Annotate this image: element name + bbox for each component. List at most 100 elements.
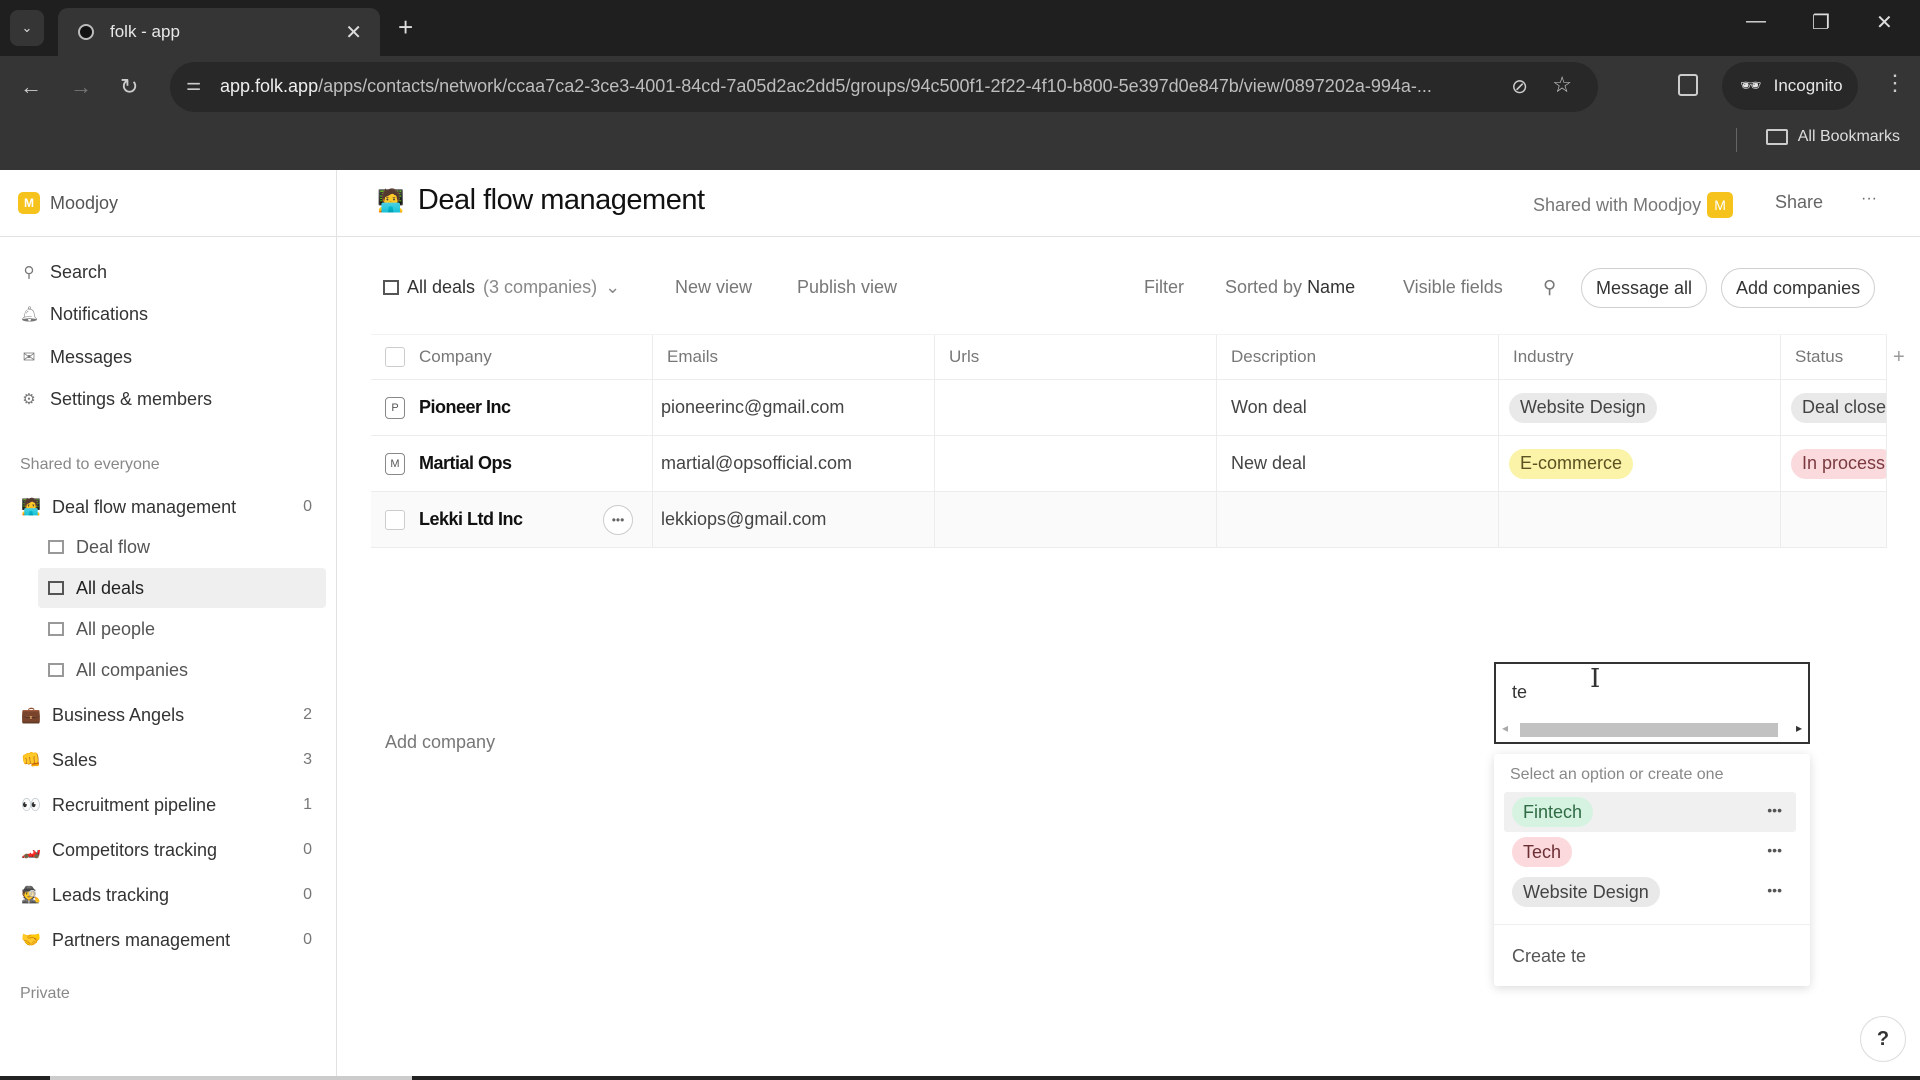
company-cell[interactable]: Lekki Ltd Inc •••: [371, 492, 653, 547]
page-title: 🧑‍💻 Deal flow management: [377, 184, 705, 217]
new-tab-button[interactable]: +: [398, 12, 413, 43]
table-row[interactable]: Lekki Ltd Inc ••• lekkiops@gmail.com: [371, 492, 1887, 548]
help-button[interactable]: ?: [1860, 1016, 1906, 1062]
forward-icon[interactable]: →: [70, 74, 92, 100]
browser-tab[interactable]: folk - app ✕: [58, 8, 380, 56]
status-cell[interactable]: In process: [1781, 436, 1887, 491]
group-competitors-tracking[interactable]: 🏎️ Competitors tracking 0: [20, 833, 320, 867]
option-tech[interactable]: Tech •••: [1504, 832, 1796, 872]
company-cell[interactable]: P Pioneer Inc: [371, 380, 653, 435]
email-cell[interactable]: martial@opsofficial.com: [653, 436, 935, 491]
horizontal-scrollbar[interactable]: ◂ ▸: [1498, 720, 1806, 740]
scroll-left-icon[interactable]: ◂: [1502, 721, 1508, 735]
visible-fields-button[interactable]: Visible fields: [1403, 277, 1503, 298]
reload-icon[interactable]: ↻: [120, 74, 138, 100]
share-button[interactable]: Share: [1775, 192, 1823, 213]
option-more-icon[interactable]: •••: [1767, 882, 1782, 898]
tab-search-button[interactable]: ⌄: [10, 10, 44, 46]
browser-chrome: ⌄ folk - app ✕ + — ❐ ✕ ← → ↻ ⚌ app.folk.…: [0, 0, 1920, 170]
private-section-label: Private: [20, 985, 70, 1002]
description-cell[interactable]: [1217, 492, 1499, 547]
description-cell[interactable]: New deal: [1217, 436, 1499, 491]
close-window-button[interactable]: ✕: [1876, 10, 1893, 35]
column-header-description[interactable]: Description: [1217, 335, 1499, 379]
view-deal-flow[interactable]: Deal flow: [38, 527, 326, 567]
column-header-urls[interactable]: Urls: [935, 335, 1217, 379]
sidebar-item-notifications[interactable]: 🔔︎ Notifications: [20, 299, 148, 329]
industry-cell[interactable]: Website Design: [1499, 380, 1781, 435]
sort-button[interactable]: Sorted by Name: [1225, 277, 1355, 298]
workspace-switcher[interactable]: M Moodjoy: [0, 170, 336, 237]
view-selector[interactable]: All deals (3 companies) ⌄: [383, 277, 620, 298]
close-tab-icon[interactable]: ✕: [345, 20, 362, 45]
email-cell[interactable]: lekkiops@gmail.com: [653, 492, 935, 547]
group-partners-management[interactable]: 🤝 Partners management 0: [20, 923, 320, 957]
add-company-button[interactable]: Add company: [385, 732, 495, 753]
industry-cell[interactable]: E-commerce: [1499, 436, 1781, 491]
email-cell[interactable]: pioneerinc@gmail.com: [653, 380, 935, 435]
company-cell[interactable]: M Martial Ops: [371, 436, 653, 491]
table-row[interactable]: P Pioneer Inc pioneerinc@gmail.com Won d…: [371, 380, 1887, 436]
select-all-checkbox[interactable]: [385, 347, 405, 367]
scrollbar-thumb[interactable]: [1520, 723, 1778, 737]
tab-strip: ⌄ folk - app ✕ + — ❐ ✕: [0, 0, 1920, 56]
message-all-button[interactable]: Message all: [1581, 268, 1708, 308]
view-all-deals[interactable]: All deals: [38, 568, 326, 608]
group-business-angels[interactable]: 💼 Business Angels 2: [20, 698, 320, 732]
group-count: 0: [303, 498, 312, 515]
industry-tag: Website Design: [1509, 392, 1657, 423]
create-option-button[interactable]: Create te: [1512, 946, 1586, 967]
scroll-right-icon[interactable]: ▸: [1796, 721, 1802, 735]
browser-menu-icon[interactable]: ⋮: [1884, 70, 1906, 96]
group-sales[interactable]: 👊 Sales 3: [20, 743, 320, 777]
column-header-emails[interactable]: Emails: [653, 335, 935, 379]
publish-view-button[interactable]: Publish view: [797, 277, 897, 298]
sidebar-item-settings[interactable]: ⚙ Settings & members: [20, 384, 212, 414]
star-icon[interactable]: ☆: [1552, 72, 1572, 98]
add-column-button[interactable]: +: [1893, 346, 1905, 369]
status-cell[interactable]: Deal closed: [1781, 380, 1887, 435]
shared-with-indicator[interactable]: Shared with Moodjoy M: [1533, 192, 1734, 218]
sidebar-item-label: Search: [50, 261, 108, 282]
view-all-people[interactable]: All people: [38, 609, 326, 649]
restore-button[interactable]: ❐: [1812, 10, 1830, 35]
column-header-company[interactable]: Company: [371, 335, 653, 379]
url-cell[interactable]: [935, 436, 1217, 491]
group-recruitment-pipeline[interactable]: 👀 Recruitment pipeline 1: [20, 788, 320, 822]
column-header-industry[interactable]: Industry: [1499, 335, 1781, 379]
option-fintech[interactable]: Fintech •••: [1504, 792, 1796, 832]
option-more-icon[interactable]: •••: [1767, 802, 1782, 818]
filter-button[interactable]: Filter: [1144, 277, 1184, 298]
site-info-icon[interactable]: ⚌: [186, 75, 201, 95]
industry-editor-input[interactable]: te ◂ ▸: [1494, 662, 1810, 744]
table-row[interactable]: M Martial Ops martial@opsofficial.com Ne…: [371, 436, 1887, 492]
url-cell[interactable]: [935, 492, 1217, 547]
more-options-button[interactable]: ···: [1861, 190, 1877, 208]
option-website-design[interactable]: Website Design •••: [1504, 872, 1796, 912]
minimize-button[interactable]: —: [1746, 10, 1766, 33]
industry-cell[interactable]: [1499, 492, 1781, 547]
status-cell[interactable]: [1781, 492, 1887, 547]
row-checkbox[interactable]: [385, 509, 405, 530]
group-leads-tracking[interactable]: 🕵️ Leads tracking 0: [20, 878, 320, 912]
sidebar-item-messages[interactable]: ✉ Messages: [20, 342, 132, 372]
add-companies-button[interactable]: Add companies: [1721, 268, 1876, 308]
new-view-button[interactable]: New view: [675, 277, 752, 298]
eye-off-icon[interactable]: ⊘: [1511, 74, 1528, 99]
option-more-icon[interactable]: •••: [1767, 842, 1782, 858]
sidebar-item-search[interactable]: ⚲ Search: [20, 257, 108, 287]
search-icon[interactable]: ⚲: [1543, 277, 1556, 298]
all-bookmarks-button[interactable]: All Bookmarks: [1765, 128, 1900, 146]
view-all-companies[interactable]: All companies: [38, 650, 326, 690]
bottom-edge: [0, 1076, 1920, 1080]
back-icon[interactable]: ←: [20, 74, 42, 100]
group-deal-flow-management[interactable]: 🧑‍💻 Deal flow management 0: [20, 490, 320, 524]
incognito-badge[interactable]: 🕶 Incognito: [1722, 62, 1858, 110]
url-cell[interactable]: [935, 380, 1217, 435]
description-cell[interactable]: Won deal: [1217, 380, 1499, 435]
column-header-status[interactable]: Status: [1781, 335, 1887, 379]
side-panel-icon[interactable]: [1678, 74, 1698, 96]
row-more-options-button[interactable]: •••: [603, 505, 633, 535]
company-name: Lekki Ltd Inc: [419, 509, 523, 529]
address-bar[interactable]: ⚌ app.folk.app/apps/contacts/network/cca…: [170, 62, 1598, 112]
